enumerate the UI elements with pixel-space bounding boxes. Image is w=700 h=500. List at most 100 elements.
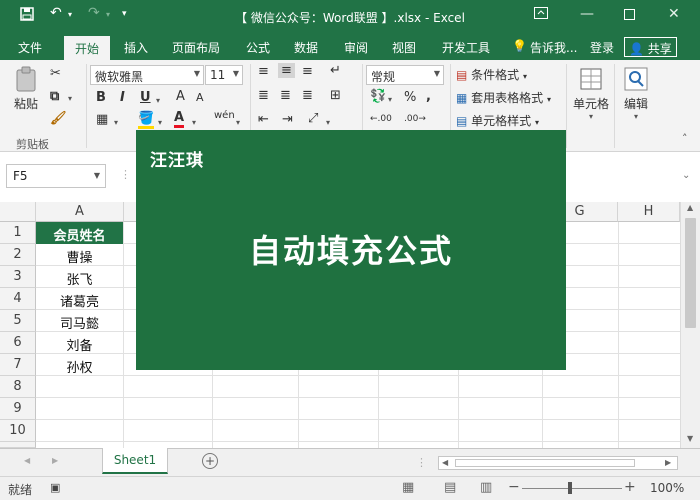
merge-center-icon[interactable]: ⊞	[330, 88, 341, 103]
scroll-right-icon[interactable]: ▶	[665, 458, 671, 467]
close-icon[interactable]: ✕	[668, 6, 680, 22]
sheet-tab-sheet1[interactable]: Sheet1	[102, 448, 168, 474]
formula-bar-handle[interactable]: ⋮	[120, 168, 131, 181]
cell-member-name[interactable]: 诸葛亮	[36, 288, 123, 310]
number-format-select[interactable]: 常规 ▼	[366, 65, 444, 85]
align-top-icon[interactable]: ≡	[258, 64, 269, 79]
percent-icon[interactable]: %	[404, 90, 416, 105]
fill-dropdown-icon[interactable]: ▾	[158, 118, 162, 127]
borders-icon[interactable]: ▦	[96, 112, 108, 127]
select-all-corner[interactable]	[0, 202, 36, 222]
italic-icon[interactable]: I	[120, 90, 125, 105]
phonetic-icon[interactable]: wén	[214, 110, 235, 121]
cells-button[interactable]: 单元格 ▾	[570, 66, 612, 121]
tab-page-layout[interactable]: 页面布局	[172, 39, 220, 56]
zoom-in-icon[interactable]: +	[624, 479, 636, 495]
tab-home[interactable]: 开始	[64, 36, 111, 60]
currency-dropdown-icon[interactable]: ▾	[388, 95, 392, 104]
add-sheet-icon[interactable]: +	[202, 453, 218, 469]
align-middle-icon[interactable]: ≡	[278, 63, 295, 78]
page-break-view-icon[interactable]: ▥	[480, 480, 492, 495]
conditional-formatting-button[interactable]: ▤ 条件格式 ▾	[456, 66, 527, 83]
wrap-text-icon[interactable]: ↵	[330, 63, 341, 78]
vertical-scrollbar[interactable]: ▲ ▼	[680, 202, 700, 448]
copy-dropdown-icon[interactable]: ▾	[68, 94, 72, 103]
font-name-select[interactable]: 微软雅黑 ▼	[90, 65, 204, 85]
increase-indent-icon[interactable]: ⇥	[282, 112, 293, 127]
scroll-up-icon[interactable]: ▲	[687, 203, 693, 212]
align-bottom-icon[interactable]: ≡	[302, 64, 313, 79]
tab-view[interactable]: 视图	[392, 39, 416, 56]
format-as-table-button[interactable]: ▦ 套用表格格式 ▾	[456, 89, 551, 106]
copy-icon[interactable]: ⧉	[50, 89, 59, 104]
horizontal-scrollbar[interactable]: ◀ ▶	[438, 456, 678, 470]
column-header-a[interactable]: A	[36, 202, 124, 222]
font-color-dropdown-icon[interactable]: ▾	[192, 118, 196, 127]
decrease-font-icon[interactable]: A	[196, 91, 204, 104]
scrollbar-thumb[interactable]	[455, 459, 635, 467]
cut-icon[interactable]: ✂	[50, 66, 61, 81]
cell-member-name[interactable]: 曹操	[36, 244, 123, 266]
tab-file[interactable]: 文件	[18, 39, 42, 56]
currency-icon[interactable]: 💱	[370, 89, 386, 104]
cell-member-name[interactable]: 孙权	[36, 354, 123, 376]
paste-button[interactable]: 粘贴	[8, 66, 44, 112]
collapse-ribbon-icon[interactable]: ˄	[682, 132, 688, 145]
cell-member-name[interactable]: 张飞	[36, 266, 123, 288]
comma-style-icon[interactable]: ,	[426, 89, 431, 104]
increase-decimal-icon[interactable]: ←.00	[370, 114, 392, 124]
align-center-icon[interactable]: ≣	[280, 88, 291, 103]
normal-view-icon[interactable]: ▦	[402, 480, 414, 495]
minimize-icon[interactable]: —	[580, 6, 594, 22]
row-header[interactable]: 2	[0, 244, 36, 266]
tab-review[interactable]: 审阅	[344, 39, 368, 56]
scroll-down-icon[interactable]: ▼	[687, 434, 693, 443]
cell-member-name[interactable]: 司马懿	[36, 310, 123, 332]
sign-in-link[interactable]: 登录	[590, 39, 614, 56]
share-button[interactable]: 👤 共享	[624, 37, 677, 57]
scrollbar-thumb[interactable]	[685, 218, 696, 328]
row-header[interactable]: 7	[0, 354, 36, 376]
cell-member-name[interactable]: 刘备	[36, 332, 123, 354]
decrease-indent-icon[interactable]: ⇤	[258, 112, 269, 127]
previous-sheet-icon[interactable]: ◀	[24, 456, 30, 465]
bold-icon[interactable]: B	[96, 90, 106, 105]
row-header[interactable]: 4	[0, 288, 36, 310]
align-left-icon[interactable]: ≣	[258, 88, 269, 103]
font-size-select[interactable]: 11 ▼	[205, 65, 243, 85]
decrease-decimal-icon[interactable]: .00→	[404, 114, 426, 124]
maximize-icon[interactable]	[624, 8, 635, 24]
tab-split-handle[interactable]: ⋮	[416, 456, 427, 469]
zoom-level[interactable]: 100%	[650, 481, 684, 495]
phonetic-dropdown-icon[interactable]: ▾	[236, 118, 240, 127]
fill-color-icon[interactable]: 🪣	[138, 111, 155, 129]
name-box[interactable]: F5 ▼	[6, 164, 106, 188]
zoom-slider[interactable]	[522, 488, 622, 489]
row-header[interactable]: 8	[0, 376, 36, 398]
align-right-icon[interactable]: ≣	[302, 88, 313, 103]
expand-formula-bar-icon[interactable]: ⌄	[682, 170, 690, 181]
increase-font-icon[interactable]: A	[176, 89, 185, 104]
cell-styles-button[interactable]: ▤ 单元格样式 ▾	[456, 112, 539, 129]
row-header[interactable]: 10	[0, 420, 36, 442]
tell-me-search[interactable]: 告诉我...	[530, 39, 577, 56]
underline-dropdown-icon[interactable]: ▾	[156, 96, 160, 105]
page-layout-view-icon[interactable]: ▤	[444, 480, 456, 495]
zoom-slider-thumb[interactable]	[568, 482, 572, 494]
underline-icon[interactable]: U	[140, 90, 151, 105]
tab-formulas[interactable]: 公式	[246, 39, 270, 56]
borders-dropdown-icon[interactable]: ▾	[114, 118, 118, 127]
tab-insert[interactable]: 插入	[124, 39, 148, 56]
font-color-icon[interactable]: A	[174, 110, 185, 128]
ribbon-display-options-icon[interactable]	[534, 7, 548, 23]
cell-a1-header[interactable]: 会员姓名	[36, 222, 123, 244]
orientation-dropdown-icon[interactable]: ▾	[326, 118, 330, 127]
editing-button[interactable]: 编辑 ▾	[618, 66, 654, 121]
next-sheet-icon[interactable]: ▶	[52, 456, 58, 465]
format-painter-icon[interactable]: 🖌	[50, 111, 67, 126]
tab-data[interactable]: 数据	[294, 39, 318, 56]
scroll-left-icon[interactable]: ◀	[442, 458, 448, 467]
row-header[interactable]: 5	[0, 310, 36, 332]
row-header[interactable]: 9	[0, 398, 36, 420]
row-header[interactable]: 1	[0, 222, 36, 244]
